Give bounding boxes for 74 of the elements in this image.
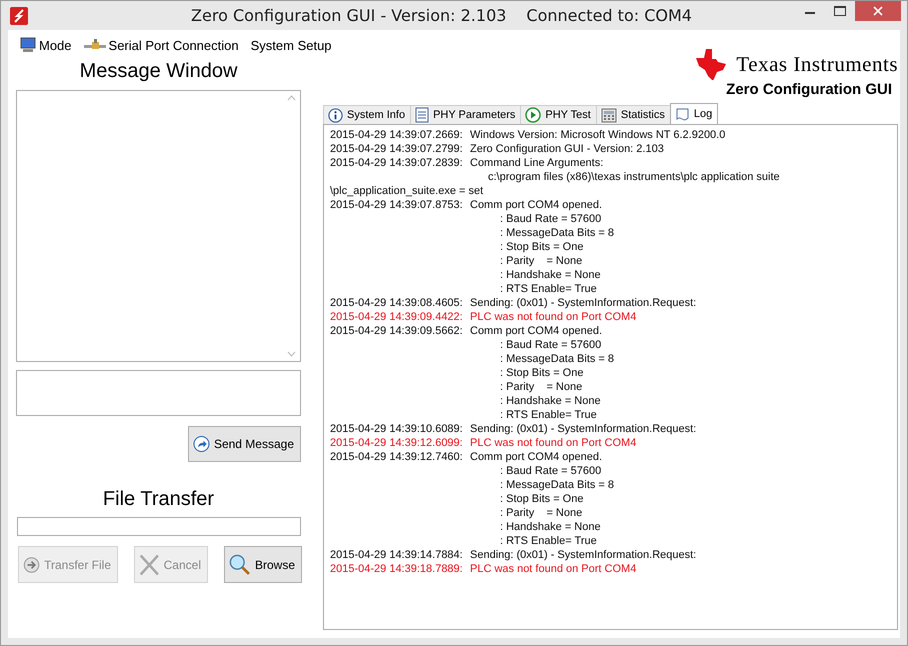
app-subtitle: Zero Configuration GUI xyxy=(726,81,892,98)
log-message: Comm port COM4 opened. xyxy=(470,325,602,339)
log-time: 2015-04-29 14:39:07.2799: xyxy=(330,143,464,157)
close-icon xyxy=(873,6,883,16)
log-message: : Stop Bits = One xyxy=(500,367,584,381)
logo-icon xyxy=(694,48,728,80)
log-message: : Stop Bits = One xyxy=(500,493,584,507)
log-message: : RTS Enable= True xyxy=(500,283,597,297)
log-message: PLC was not found on Port COM4 xyxy=(470,563,636,577)
menu-item[interactable]: System Setup xyxy=(248,34,342,56)
log-message: Zero Configuration GUI - Version: 2.103 xyxy=(470,143,664,157)
app-icon xyxy=(10,6,28,24)
connector-icon xyxy=(84,39,106,51)
log-message: : Baud Rate = 57600 xyxy=(500,213,602,227)
log-message: \plc_application_suite.exe = set xyxy=(330,185,484,199)
log-time: 2015-04-29 14:39:18.7889: xyxy=(330,563,464,577)
log-message: : RTS Enable= True xyxy=(500,535,597,549)
menu-item[interactable]: Mode xyxy=(18,34,82,56)
log-message: c:\program files (x86)\texas instruments\plc application suite xyxy=(488,171,780,185)
log-time: 2015-04-29 14:39:12.6099: xyxy=(330,437,464,451)
log-message: : Baud Rate = 57600 xyxy=(500,465,602,479)
tab[interactable]: Statistics xyxy=(596,105,671,124)
message-log-field[interactable] xyxy=(16,90,301,362)
log-time: 2015-04-29 14:39:07.8753: xyxy=(330,199,464,213)
window-title: Zero Configuration GUI - Version: 2.103 xyxy=(191,6,506,25)
log-time: 2015-04-29 14:39:09.4422: xyxy=(330,311,464,325)
log-message: Sending: (0x01) - SystemInformation.Request: xyxy=(470,423,696,437)
log-message: : RTS Enable= True xyxy=(500,409,597,423)
log-message: : MessageData Bits = 8 xyxy=(500,353,614,367)
maximize-icon xyxy=(834,6,846,16)
log-message: PLC was not found on Port COM4 xyxy=(470,311,636,325)
connection-status: Connected to: COM4 xyxy=(526,6,692,25)
log-message: : Baud Rate = 57600 xyxy=(500,339,602,353)
scroll-up-icon[interactable] xyxy=(287,95,296,101)
tab[interactable]: PHY Parameters xyxy=(410,105,522,124)
log-message: : Handshake = None xyxy=(500,269,601,283)
menu-item[interactable]: Serial Port Connection xyxy=(82,34,249,56)
log-message: Comm port COM4 opened. xyxy=(470,199,602,213)
log-time: 2015-04-29 14:39:10.6089: xyxy=(330,423,464,437)
log-message: : Parity = None xyxy=(500,255,582,269)
monitor-icon xyxy=(20,37,36,53)
log-message: : Stop Bits = One xyxy=(500,241,584,255)
section-heading: File Transfer xyxy=(102,488,214,511)
send-message-button[interactable]: Send Message xyxy=(188,426,301,462)
log-message: PLC was not found on Port COM4 xyxy=(470,437,636,451)
log-message: Sending: (0x01) - SystemInformation.Request: xyxy=(470,297,696,311)
log-time: 2015-04-29 14:39:08.4605: xyxy=(330,297,464,311)
tab[interactable]: System Info xyxy=(323,105,412,124)
log-time: 2015-04-29 14:39:07.2669: xyxy=(330,129,464,143)
log-message: Command Line Arguments: xyxy=(470,157,604,171)
section-heading: Message Window xyxy=(80,60,238,83)
log-time: 2015-04-29 14:39:12.7460: xyxy=(330,451,464,465)
tab[interactable]: PHY Test xyxy=(520,105,597,124)
log-message: : Parity = None xyxy=(500,507,582,521)
log-message: : MessageData Bits = 8 xyxy=(500,227,614,241)
log-message: : Parity = None xyxy=(500,381,582,395)
log-message: Windows Version: Microsoft Windows NT 6.2.9200.0 xyxy=(470,129,726,143)
log-time: 2015-04-29 14:39:07.2839: xyxy=(330,157,464,171)
page-icon xyxy=(674,106,690,122)
log-time: 2015-04-29 14:39:14.7884: xyxy=(330,549,464,563)
brand-name: Texas Instruments xyxy=(736,52,898,76)
log-message: : Handshake = None xyxy=(500,395,601,409)
message-input-field[interactable] xyxy=(16,370,301,416)
close-button[interactable] xyxy=(855,1,901,21)
file-path-field[interactable] xyxy=(17,517,301,536)
log-message: Sending: (0x01) - SystemInformation.Request: xyxy=(470,549,696,563)
log-time: 2015-04-29 14:39:09.5662: xyxy=(330,325,464,339)
tab[interactable]: Log xyxy=(670,103,718,124)
log-message: : MessageData Bits = 8 xyxy=(500,479,614,493)
browse-button[interactable]: Browse xyxy=(224,546,302,583)
log-message: Comm port COM4 opened. xyxy=(470,451,602,465)
calculator-icon xyxy=(600,108,617,122)
scroll-down-icon[interactable] xyxy=(287,351,296,357)
log-message: : Handshake = None xyxy=(500,521,601,535)
